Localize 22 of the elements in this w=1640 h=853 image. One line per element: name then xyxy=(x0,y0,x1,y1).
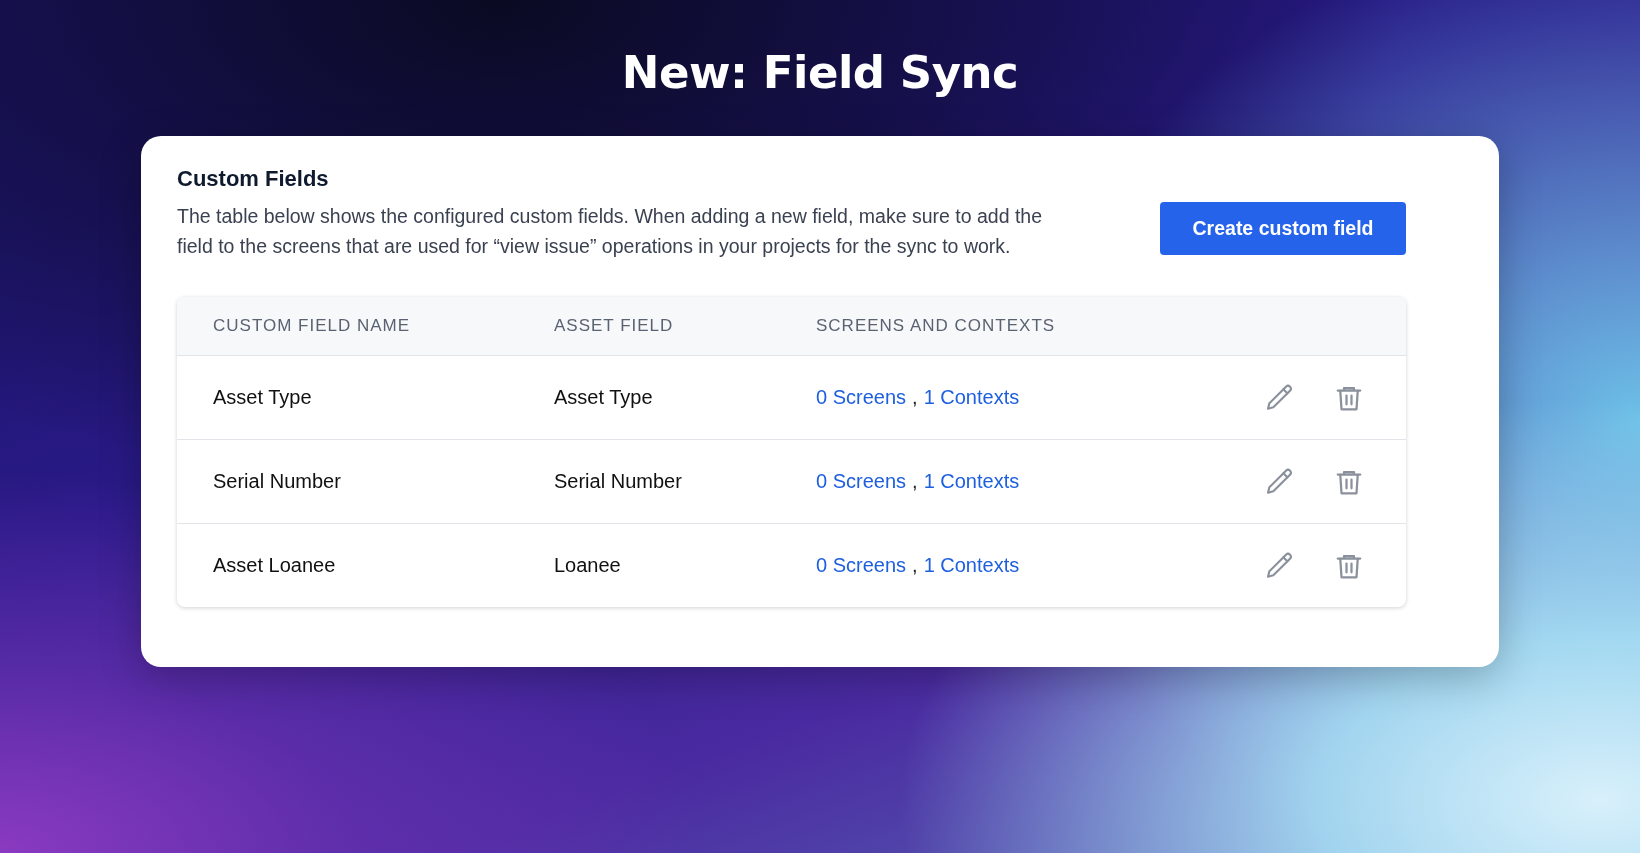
column-header: ASSET FIELD xyxy=(554,316,675,336)
column-header: CUSTOM FIELD NAME xyxy=(213,316,412,336)
section-title: Custom Fields xyxy=(177,165,330,193)
table-cell-text: Serial Number xyxy=(554,470,683,493)
table-cell-text: Asset Type xyxy=(554,386,654,409)
separator-text: , xyxy=(912,470,918,493)
create-field-button[interactable]: Create custom field xyxy=(1160,202,1406,255)
table-cell-text: Asset Type xyxy=(213,386,313,409)
separator-text: , xyxy=(912,386,918,409)
screens-link[interactable]: 0 Screens xyxy=(816,386,907,409)
description-text: The table below shows the configured custom fields. When adding a new field, make sure to add the field to the screens that are used for “view issue” operations in your projects for the sync to work. xyxy=(177,204,1043,259)
separator-text: , xyxy=(912,554,918,577)
contexts-link[interactable]: 1 Contexts xyxy=(923,386,1020,409)
page-headline: New: Field Sync xyxy=(621,45,1019,101)
table-cell-text: Serial Number xyxy=(213,470,342,493)
contexts-link[interactable]: 1 Contexts xyxy=(923,554,1020,577)
column-header: SCREENS AND CONTEXTS xyxy=(816,316,1057,336)
table-cell-text: Asset Loanee xyxy=(213,554,337,577)
table-cell-text: Loanee xyxy=(554,554,622,577)
contexts-link[interactable]: 1 Contexts xyxy=(923,470,1020,493)
screens-link[interactable]: 0 Screens xyxy=(816,554,907,577)
screens-link[interactable]: 0 Screens xyxy=(816,470,907,493)
